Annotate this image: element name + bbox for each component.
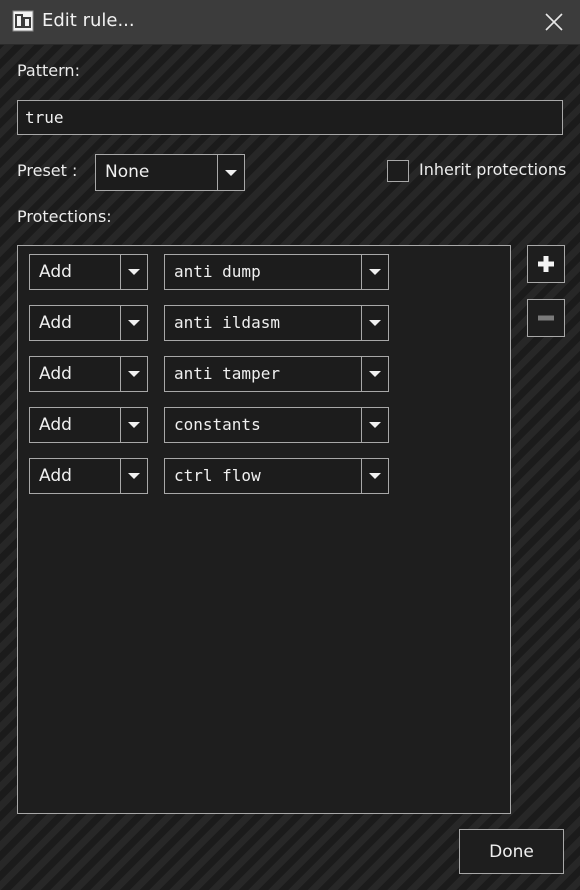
chevron-down-icon xyxy=(120,408,147,442)
remove-protection-button[interactable] xyxy=(527,299,565,337)
chevron-down-icon xyxy=(120,306,147,340)
pattern-input[interactable]: true xyxy=(17,100,563,135)
preset-dropdown[interactable]: None xyxy=(95,154,245,191)
chevron-down-icon xyxy=(217,155,244,190)
chevron-down-icon xyxy=(361,408,388,442)
protection-dropdown[interactable]: ctrl flow xyxy=(164,458,389,494)
chevron-down-icon xyxy=(120,459,147,493)
action-value: Add xyxy=(39,313,72,333)
title-bar: Edit rule... xyxy=(0,0,580,45)
action-value: Add xyxy=(39,262,72,282)
protection-value: ctrl flow xyxy=(174,466,261,485)
pattern-label: Pattern: xyxy=(17,61,80,80)
chevron-down-icon xyxy=(361,306,388,340)
protection-value: anti ildasm xyxy=(174,313,280,332)
protection-value: constants xyxy=(174,415,261,434)
minus-icon xyxy=(538,315,554,321)
protections-label: Protections: xyxy=(17,207,112,226)
preset-label: Preset : xyxy=(17,161,78,180)
plus-icon xyxy=(538,256,554,272)
chevron-down-icon xyxy=(361,357,388,391)
action-dropdown[interactable]: Add xyxy=(29,305,148,341)
protection-dropdown[interactable]: anti tamper xyxy=(164,356,389,392)
protection-value: anti tamper xyxy=(174,364,280,383)
action-value: Add xyxy=(39,364,72,384)
chevron-down-icon xyxy=(361,459,388,493)
close-icon xyxy=(545,13,563,31)
app-icon xyxy=(12,10,34,32)
chevron-down-icon xyxy=(361,255,388,289)
action-dropdown[interactable]: Add xyxy=(29,356,148,392)
protection-value: anti dump xyxy=(174,262,261,281)
protections-list[interactable]: Add anti dump Add anti ildasm Add anti t… xyxy=(17,245,511,814)
close-button[interactable] xyxy=(538,6,570,38)
inherit-label: Inherit protections xyxy=(419,160,567,179)
chevron-down-icon xyxy=(120,255,147,289)
chevron-down-icon xyxy=(120,357,147,391)
action-dropdown[interactable]: Add xyxy=(29,458,148,494)
protection-dropdown[interactable]: anti ildasm xyxy=(164,305,389,341)
protection-dropdown[interactable]: constants xyxy=(164,407,389,443)
window-title: Edit rule... xyxy=(42,10,135,31)
inherit-checkbox[interactable] xyxy=(387,160,409,182)
action-dropdown[interactable]: Add xyxy=(29,407,148,443)
action-dropdown[interactable]: Add xyxy=(29,254,148,290)
done-button[interactable]: Done xyxy=(459,829,564,874)
add-protection-button[interactable] xyxy=(527,245,565,283)
action-value: Add xyxy=(39,466,72,486)
protection-dropdown[interactable]: anti dump xyxy=(164,254,389,290)
action-value: Add xyxy=(39,415,72,435)
preset-value: None xyxy=(105,162,150,182)
